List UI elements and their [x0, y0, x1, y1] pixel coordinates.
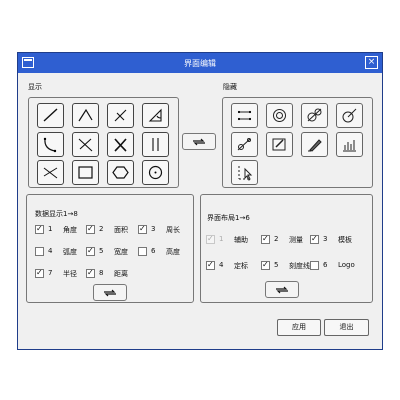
tool-line-icon[interactable] [107, 103, 134, 128]
data-option-checkbox[interactable] [35, 247, 44, 256]
option-number: 4 [219, 261, 224, 269]
show-section-label: 显示 [28, 83, 42, 91]
interface-edit-dialog: 界面编辑 × 显示 隐藏 数据显示1→8 1 角度 2 面积 3 周长 [17, 52, 383, 350]
option-label: 辅助 [234, 236, 248, 244]
option-number: 6 [323, 261, 328, 269]
tool-rectangle-icon[interactable] [72, 160, 99, 185]
data-option-checkbox[interactable] [86, 246, 95, 256]
apply-button[interactable]: 应用 [277, 319, 321, 336]
option-label: 角度 [63, 226, 77, 234]
tool-compass-icon[interactable] [231, 132, 258, 157]
tool-note-icon[interactable] [266, 132, 293, 157]
data-option-checkbox[interactable] [86, 268, 95, 278]
data-option-checkbox[interactable] [35, 268, 44, 278]
tool-circle-point-icon[interactable] [142, 160, 169, 185]
option-number: 2 [99, 225, 104, 233]
layout-option-checkbox[interactable] [206, 260, 215, 270]
tool-grid-cursor-icon[interactable] [231, 160, 258, 185]
swap-arrows-icon [193, 138, 205, 145]
data-option-checkbox[interactable] [138, 224, 147, 234]
layout-option-checkbox[interactable] [310, 261, 319, 270]
option-number: 1 [48, 225, 53, 233]
tool-target-icon[interactable] [301, 103, 328, 128]
option-label: 高度 [166, 248, 180, 256]
tool-angle-icon[interactable] [72, 103, 99, 128]
layout-option-checkbox[interactable] [310, 234, 319, 244]
tool-curve-icon[interactable] [37, 160, 64, 185]
layout-swap-button[interactable] [265, 281, 299, 298]
option-label: 距离 [114, 270, 128, 278]
tool-parallel-icon[interactable] [72, 132, 99, 157]
option-label: 模板 [338, 236, 352, 244]
layout-option-checkbox[interactable] [261, 260, 270, 270]
tool-cross-icon[interactable] [107, 132, 134, 157]
interface-layout-panel: 界面布局1→6 1 辅助 2 测量 3 模板 4 定标 5 刻度线 6 Logo [200, 194, 373, 303]
data-display-panel: 数据显示1→8 1 角度 2 面积 3 周长 4 弧度 5 宽度 6 高度 7 半径 8 距离 [26, 194, 194, 303]
tool-hexagon-icon[interactable] [107, 160, 134, 185]
swap-tools-button[interactable] [182, 133, 216, 150]
option-label: 宽度 [114, 248, 128, 256]
tool-concentric-icon[interactable] [266, 103, 293, 128]
option-number: 3 [323, 235, 328, 243]
option-label: 定标 [234, 262, 248, 270]
swap-arrows-icon [276, 286, 288, 293]
option-number: 5 [274, 261, 279, 269]
option-label: 弧度 [63, 248, 77, 256]
option-number: 6 [151, 247, 156, 255]
layout-title: 界面布局1→6 [207, 214, 250, 222]
option-number: 1 [219, 235, 224, 243]
hidden-section-label: 隐藏 [223, 83, 237, 91]
option-label: 半径 [63, 270, 77, 278]
tool-double-line-icon[interactable] [142, 132, 169, 157]
tool-bar-chart-icon[interactable] [336, 132, 363, 157]
window-title: 界面编辑 [184, 59, 216, 68]
option-label: 刻度线 [289, 262, 310, 270]
tool-arc-icon[interactable] [37, 132, 64, 157]
layout-option-checkbox [206, 234, 215, 244]
option-number: 5 [99, 247, 104, 255]
option-number: 8 [99, 269, 104, 277]
tool-angle-measure-icon[interactable] [142, 103, 169, 128]
data-display-title: 数据显示1→8 [35, 210, 78, 218]
data-display-swap-button[interactable] [93, 284, 127, 301]
close-button[interactable]: × [365, 56, 378, 69]
option-label: 面积 [114, 226, 128, 234]
data-option-checkbox[interactable] [138, 247, 147, 256]
exit-button[interactable]: 退出 [324, 319, 369, 336]
layout-option-checkbox[interactable] [261, 234, 270, 244]
tool-pen-icon[interactable] [301, 132, 328, 157]
data-option-checkbox[interactable] [86, 224, 95, 234]
hidden-tools-panel [222, 97, 373, 188]
visible-tools-panel [28, 97, 179, 188]
tool-radius-icon[interactable] [336, 103, 363, 128]
option-number: 4 [48, 247, 53, 255]
swap-arrows-icon [104, 289, 116, 296]
option-label: Logo [338, 261, 355, 269]
option-number: 3 [151, 225, 156, 233]
option-label: 测量 [289, 236, 303, 244]
tool-horizontal-line-icon[interactable] [231, 103, 258, 128]
option-number: 2 [274, 235, 279, 243]
title-bar: 界面编辑 × [18, 53, 382, 73]
data-option-checkbox[interactable] [35, 224, 44, 234]
tool-segment-icon[interactable] [37, 103, 64, 128]
option-number: 7 [48, 269, 53, 277]
option-label: 周长 [166, 226, 180, 234]
